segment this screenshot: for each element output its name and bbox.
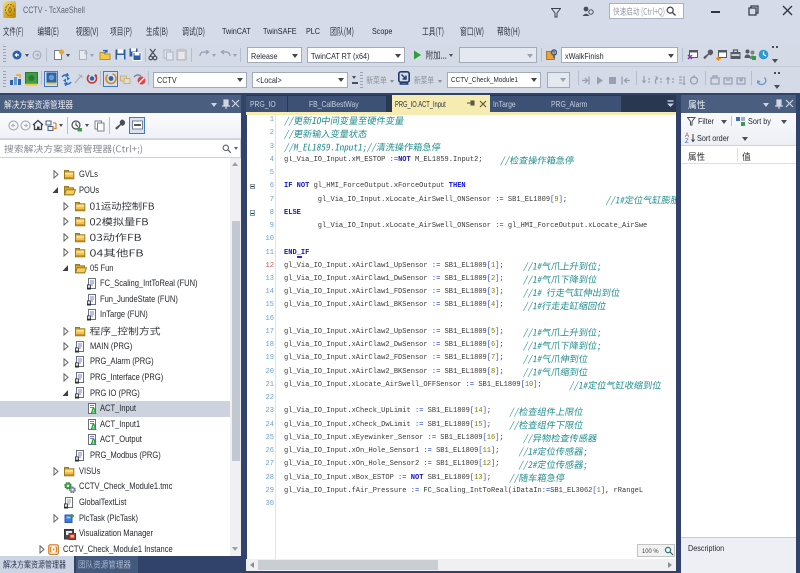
svg-text:Z: Z [685, 139, 689, 143]
svg-text:A: A [90, 422, 97, 431]
svg-text:A: A [90, 406, 97, 415]
svg-text:A: A [90, 437, 97, 446]
